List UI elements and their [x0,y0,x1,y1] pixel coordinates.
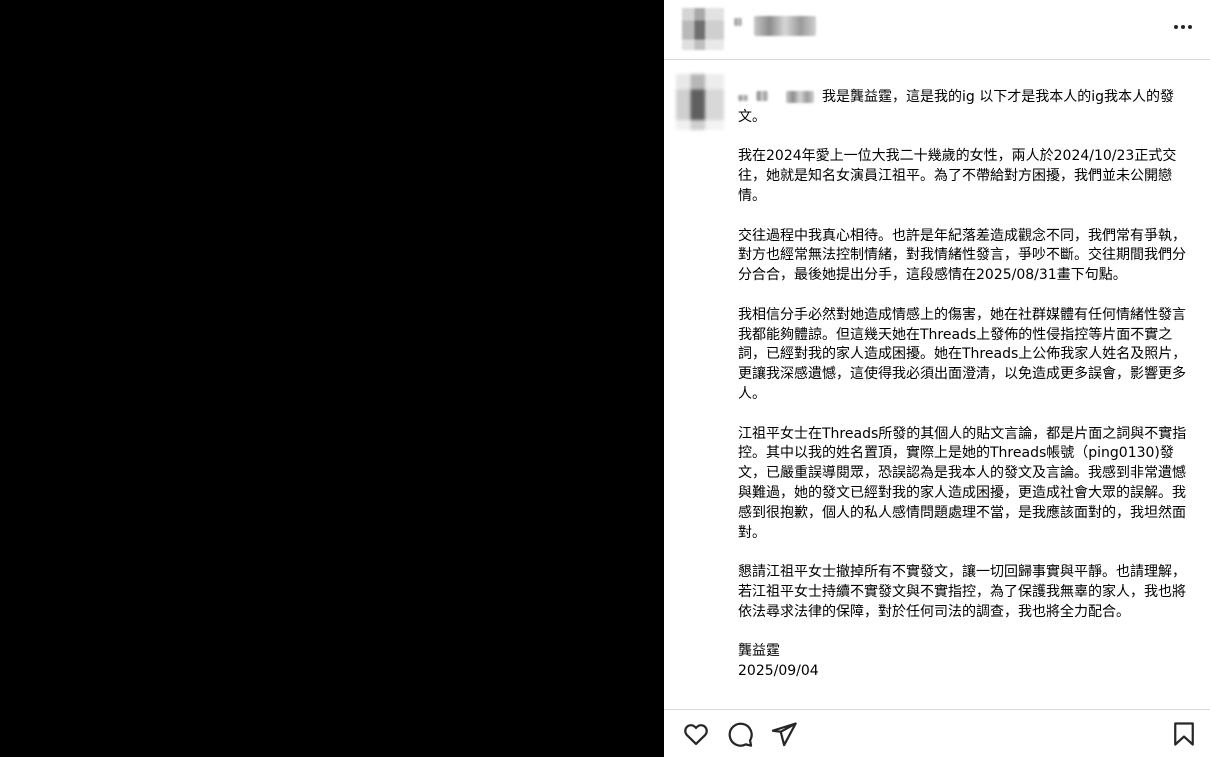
post-content: 我是龔益霆，這是我的ig 以下才是我本人的ig我本人的發文。 我在2024年愛上… [664,60,1210,709]
caption-paragraph: 我在2024年愛上一位大我二十幾歲的女性，兩人於2024/10/23正式交往，她… [738,148,1177,204]
author-name-redacted[interactable] [754,16,816,36]
caption-username-redacted[interactable] [738,91,818,103]
more-horizontal-icon [1174,25,1178,29]
post-actions-bar [664,709,1210,757]
caption-paragraph: 江祖平女士在Threads所發的其個人的貼文言論，都是片面之詞與不實指控。其中以… [738,425,1187,541]
like-button[interactable] [682,720,710,748]
caption-date: 2025/09/04 [738,663,819,680]
author-avatar[interactable] [682,8,724,50]
caption-paragraph: 我相信分手必然對她造成情感上的傷害，她在社群媒體有任何情緒性發言我都能夠體諒。但… [738,306,1187,402]
send-icon [771,722,797,747]
bookmark-icon [1174,722,1194,746]
caption-author-avatar[interactable] [676,74,724,130]
comment-icon [728,722,753,747]
save-button[interactable] [1170,720,1198,748]
share-button[interactable] [770,720,798,748]
author-username-redacted[interactable] [734,18,742,26]
post-header [664,0,1210,60]
caption-paragraph: 交往過程中我真心相待。也許是年紀落差造成觀念不同，我們常有爭執，對方也經常無法控… [738,227,1186,284]
comment-button[interactable] [726,720,754,748]
caption-intro-paragraph: 我是龔益霆，這是我的ig 以下才是我本人的ig我本人的發文。 [738,88,1194,128]
more-options-button[interactable] [1170,16,1196,38]
caption-paragraph: 懇請江祖平女士撤掉所有不實發文，讓一切回歸事實與平靜。也請理解，若江祖平女士持續… [738,564,1186,620]
post-caption: 我是龔益霆，這是我的ig 以下才是我本人的ig我本人的發文。 我在2024年愛上… [738,88,1194,682]
heart-icon [684,724,708,746]
post-media [0,0,664,757]
caption-signature: 龔益霆 [738,643,780,660]
post-panel: 我是龔益霆，這是我的ig 以下才是我本人的ig我本人的發文。 我在2024年愛上… [664,0,1210,757]
